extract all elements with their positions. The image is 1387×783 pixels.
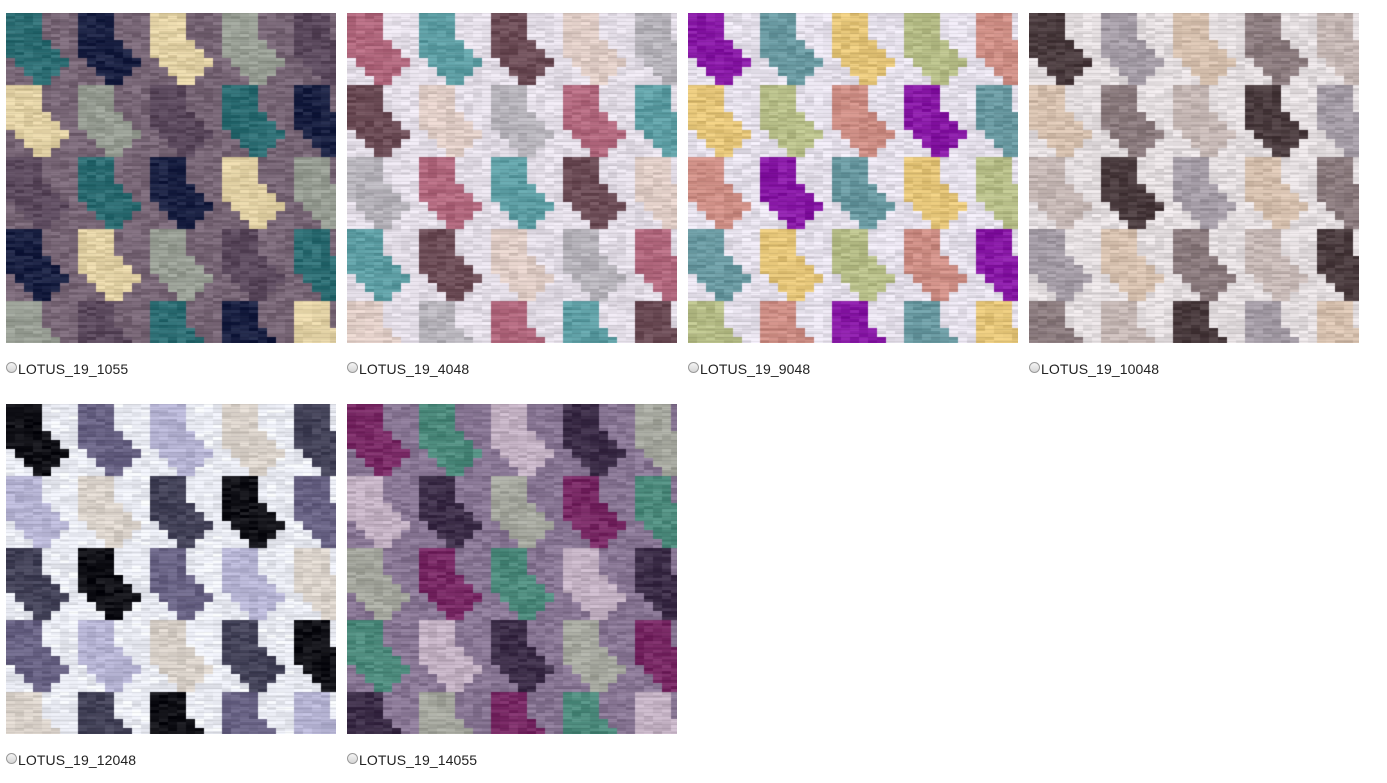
swatch-radio[interactable] (688, 361, 699, 373)
swatch-image[interactable] (688, 13, 1018, 343)
swatch-radio[interactable] (1029, 361, 1040, 373)
swatch-label: LOTUS_19_14055 (359, 752, 478, 768)
swatch-radio[interactable] (347, 752, 358, 764)
swatch-caption: LOTUS_19_1055 (6, 361, 337, 377)
swatch-card: LOTUS_19_1055 (6, 13, 337, 377)
swatch-label: LOTUS_19_10048 (1041, 361, 1160, 377)
swatch-image[interactable] (1029, 13, 1359, 343)
fabric-swatch-grid: LOTUS_19_1055 LOTUS_19_4048 LOTUS_19_904… (0, 0, 1387, 783)
swatch-caption: LOTUS_19_14055 (347, 752, 678, 768)
swatch-image[interactable] (6, 404, 336, 734)
swatch-image[interactable] (347, 404, 677, 734)
swatch-radio[interactable] (347, 361, 358, 373)
swatch-label: LOTUS_19_4048 (359, 361, 470, 377)
swatch-card: LOTUS_19_14055 (347, 404, 678, 768)
swatch-caption: LOTUS_19_10048 (1029, 361, 1360, 377)
swatch-caption: LOTUS_19_12048 (6, 752, 337, 768)
swatch-label: LOTUS_19_9048 (700, 361, 811, 377)
swatch-image[interactable] (6, 13, 336, 343)
swatch-card: LOTUS_19_9048 (688, 13, 1019, 377)
swatch-label: LOTUS_19_1055 (18, 361, 129, 377)
swatch-caption: LOTUS_19_9048 (688, 361, 1019, 377)
swatch-card: LOTUS_19_12048 (6, 404, 337, 768)
swatch-radio[interactable] (6, 361, 17, 373)
swatch-radio[interactable] (6, 752, 17, 764)
swatch-card: LOTUS_19_4048 (347, 13, 678, 377)
swatch-image[interactable] (347, 13, 677, 343)
swatch-card: LOTUS_19_10048 (1029, 13, 1360, 377)
swatch-label: LOTUS_19_12048 (18, 752, 137, 768)
swatch-caption: LOTUS_19_4048 (347, 361, 678, 377)
